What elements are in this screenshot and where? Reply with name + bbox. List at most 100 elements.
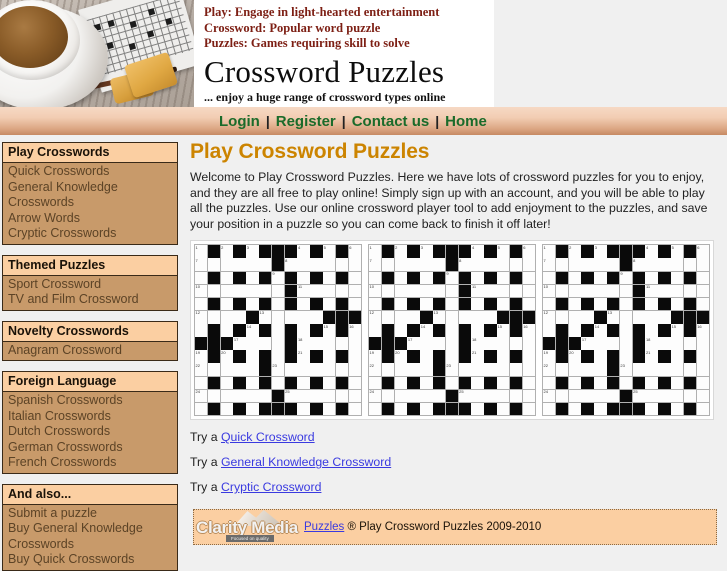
crossword-open-cell: [619, 310, 633, 324]
try-line-cryptic: Try a Cryptic Crossword: [190, 480, 719, 495]
crossword-clue-number: 1: [195, 244, 198, 250]
crossword-block-cell: [484, 297, 497, 311]
crossword-open-cell: [310, 258, 323, 272]
crossword-open-cell: [246, 350, 259, 363]
crossword-open-cell: [594, 402, 607, 416]
crossword-clue-number: 12: [543, 310, 548, 316]
sidebar-item-anagram-crossword[interactable]: Anagram Crossword: [3, 343, 177, 359]
crossword-open-cell: [195, 324, 208, 337]
site-footer: Clarity Media Focused on quality Puzzles…: [193, 509, 717, 545]
crossword-clue-number: 20: [569, 349, 574, 355]
crossword-block-cell: [581, 297, 594, 311]
banner-subtitle: ... enjoy a huge range of crossword type…: [204, 89, 446, 104]
crossword-open-cell: [348, 337, 361, 350]
crossword-open-cell: [683, 284, 697, 298]
crossword-clue-number: 9: [272, 271, 275, 277]
sidebar-item-arrow-words[interactable]: Arrow Words: [3, 211, 177, 227]
crossword-block-cell: [509, 271, 523, 285]
crossword-open-cell: 22: [195, 363, 208, 377]
crossword-open-cell: [497, 402, 510, 416]
crossword-open-cell: [445, 297, 459, 311]
sidebar-item-cryptic-crosswords[interactable]: Cryptic Crosswords: [3, 226, 177, 242]
link-quick-crossword[interactable]: Quick Crossword: [221, 430, 315, 444]
sidebar-item-buy-quick-crosswords[interactable]: Buy Quick Crosswords: [3, 552, 177, 568]
crossword-open-cell: [683, 389, 697, 403]
sidebar-item-italian-crosswords[interactable]: Italian Crosswords: [3, 409, 177, 425]
crossword-open-cell: [658, 258, 671, 272]
crossword-block-cell: [259, 245, 272, 258]
crossword-open-cell: [369, 271, 382, 285]
crossword-open-cell: [394, 258, 407, 272]
crossword-open-cell: [555, 363, 569, 377]
crossword-block-cell: [284, 402, 297, 416]
banner-photo: [0, 0, 194, 107]
crossword-open-cell: [420, 389, 433, 403]
crossword-open-cell: [433, 258, 446, 272]
crossword-open-cell: [297, 297, 310, 311]
sidebar-item-french-crosswords[interactable]: French Crosswords: [3, 455, 177, 471]
crossword-open-cell: 16: [522, 324, 535, 337]
crossword-open-cell: [484, 337, 497, 350]
crossword-open-cell: [581, 363, 594, 377]
crossword-block-cell: [555, 245, 569, 258]
main-content: Play Crossword Puzzles Welcome to Play C…: [182, 138, 727, 545]
crossword-block-cell: [207, 350, 221, 363]
link-cryptic-crossword[interactable]: Cryptic Crossword: [221, 480, 321, 494]
sidebar-item-tv-and-film-crossword[interactable]: TV and Film Crossword: [3, 292, 177, 308]
crossword-open-cell: [568, 402, 581, 416]
crossword-open-cell: 18: [645, 337, 658, 350]
crossword-clue-number: 22: [543, 362, 548, 368]
crossword-clue-number: 11: [471, 284, 477, 290]
crossword-clue-number: 6: [697, 244, 700, 250]
crossword-clue-number: 17: [407, 336, 413, 342]
nav-link-register[interactable]: Register: [270, 113, 342, 130]
sidebar-item-german-crosswords[interactable]: German Crosswords: [3, 440, 177, 456]
crossword-open-cell: [420, 258, 433, 272]
crossword-block-cell: [259, 402, 272, 416]
crossword-open-cell: 13: [259, 310, 272, 324]
crossword-open-cell: [555, 284, 569, 298]
crossword-clue-number: 8: [459, 257, 462, 263]
sidebar-item-sport-crossword[interactable]: Sport Crossword: [3, 277, 177, 293]
crossword-block-cell: [259, 350, 272, 363]
crossword-open-cell: [568, 284, 581, 298]
sidebar-item-spanish-crosswords[interactable]: Spanish Crosswords: [3, 393, 177, 409]
sidebar-item-submit-a-puzzle[interactable]: Submit a puzzle: [3, 506, 177, 522]
crossword-block-cell: [381, 402, 395, 416]
nav-link-contact-us[interactable]: Contact us: [346, 113, 436, 130]
crossword-block-cell: [259, 363, 272, 377]
crossword-open-cell: [271, 284, 285, 298]
crossword-open-cell: 16: [696, 324, 709, 337]
link-general-knowledge-crossword[interactable]: General Knowledge Crossword: [221, 455, 391, 469]
crossword-open-cell: [433, 337, 446, 350]
crossword-block-cell: [632, 245, 645, 258]
nav-link-home[interactable]: Home: [439, 113, 493, 130]
crossword-open-cell: [259, 337, 272, 350]
crossword-open-cell: 5: [497, 245, 510, 258]
sidebar-item-general-knowledge-crosswords[interactable]: General Knowledge Crosswords: [3, 180, 177, 211]
crossword-open-cell: [246, 376, 259, 390]
crossword-block-cell: [509, 324, 523, 337]
crossword-open-cell: [658, 337, 671, 350]
crossword-open-cell: 9: [445, 271, 459, 285]
crossword-open-cell: 19: [369, 349, 382, 363]
crossword-block-cell: [433, 297, 446, 311]
crossword-open-cell: [696, 363, 709, 377]
crossword-open-cell: [348, 297, 361, 311]
sidebar-item-quick-crosswords[interactable]: Quick Crosswords: [3, 164, 177, 180]
crossword-open-cell: [394, 297, 407, 311]
crossword-open-cell: [645, 271, 658, 285]
crossword-open-cell: [310, 389, 323, 403]
sidebar-item-dutch-crosswords[interactable]: Dutch Crosswords: [3, 424, 177, 440]
nav-link-login[interactable]: Login: [213, 113, 266, 130]
footer-link-puzzles[interactable]: Puzzles: [304, 521, 344, 533]
crossword-block-cell: [543, 337, 556, 350]
crossword-clue-number: 19: [369, 349, 374, 355]
sidebar-item-buy-general-knowledge-crosswords[interactable]: Buy General Knowledge Crosswords: [3, 521, 177, 552]
crossword-clue-number: 24: [195, 389, 200, 395]
crossword-block-cell: [433, 402, 446, 416]
crossword-block-cell: [433, 350, 446, 363]
crossword-open-cell: 18: [471, 337, 484, 350]
crossword-open-cell: [658, 389, 671, 403]
crossword-block-cell: [233, 297, 246, 311]
